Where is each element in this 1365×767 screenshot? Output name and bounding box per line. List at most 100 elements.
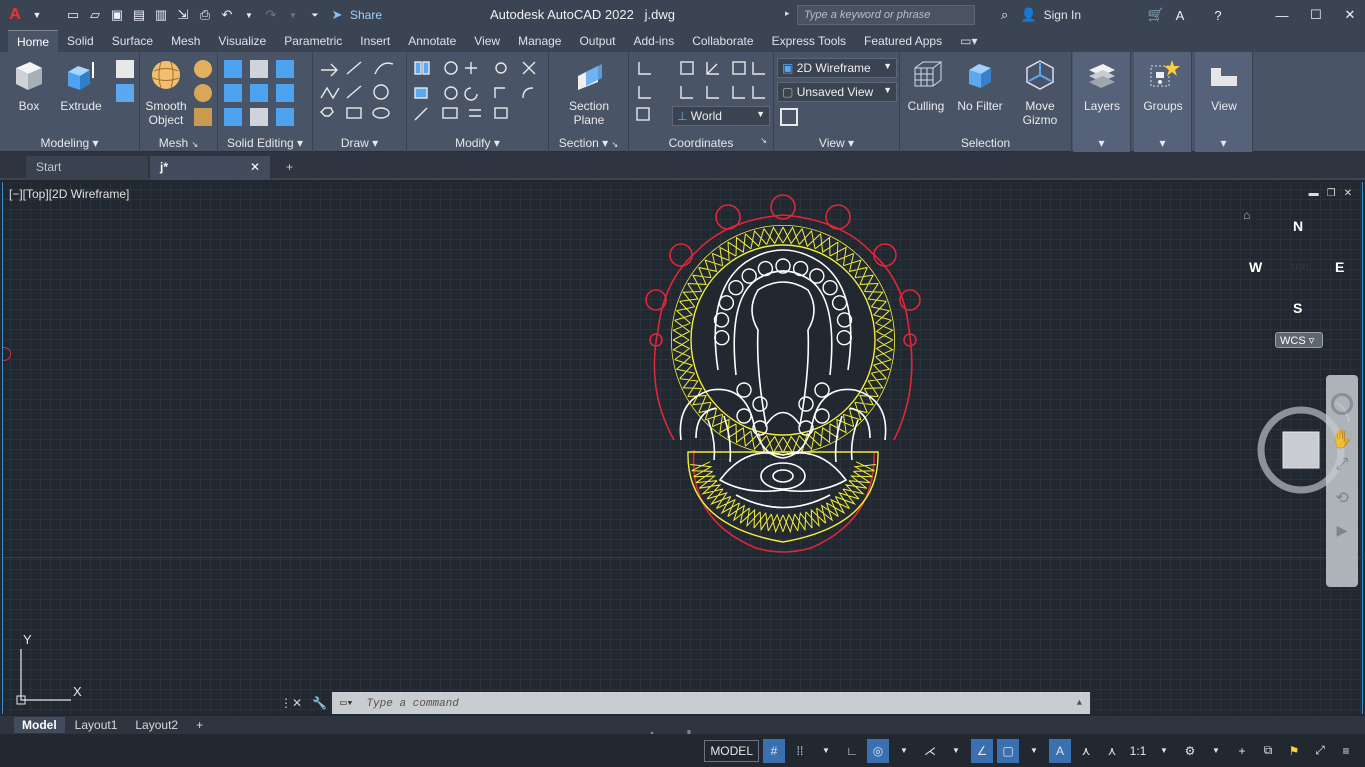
model-space-button[interactable]: MODEL xyxy=(704,739,759,762)
tab-collaborate[interactable]: Collaborate xyxy=(683,30,762,52)
viewport-config-icon[interactable] xyxy=(780,108,798,126)
object-snap-icon[interactable]: ▢ xyxy=(997,738,1019,763)
search-icon[interactable]: ⌕ xyxy=(996,6,1014,24)
coordinates-panel-title[interactable]: Coordinates ↘ xyxy=(629,136,773,150)
extract-edges-icon[interactable] xyxy=(276,84,294,102)
ribbon-toggle-icon[interactable]: ▭▾ xyxy=(951,30,986,52)
drawing-tab[interactable]: j* ✕ xyxy=(150,156,270,180)
section-panel-title[interactable]: Section ▾ ↘ xyxy=(549,136,628,150)
compass-south[interactable]: S xyxy=(1293,300,1302,316)
solid-editing-panel-title[interactable]: Solid Editing ▾ xyxy=(218,136,312,150)
tab-mesh[interactable]: Mesh xyxy=(162,30,209,52)
tab-express-tools[interactable]: Express Tools xyxy=(763,30,855,52)
mesh-sphere-icon[interactable] xyxy=(194,60,212,78)
pan-icon[interactable]: ✋ xyxy=(1326,429,1358,450)
layout-tab-layout1[interactable]: Layout1 xyxy=(67,717,126,733)
compass-east[interactable]: E xyxy=(1335,259,1344,275)
import-icon[interactable]: ⇲ xyxy=(174,6,192,24)
maximize-icon[interactable]: ☐ xyxy=(1307,6,1325,24)
tab-visualize[interactable]: Visualize xyxy=(209,30,275,52)
workspace-gear-icon[interactable]: ⚙ xyxy=(1179,739,1201,763)
object-snap-tracking-icon[interactable]: ∠ xyxy=(971,738,993,763)
save-icon[interactable]: ▣ xyxy=(108,6,126,24)
polar-tracking-icon[interactable]: ◎ xyxy=(867,738,889,763)
scale-selector[interactable]: 1:1 xyxy=(1127,739,1149,763)
extrude-button[interactable]: Extrude xyxy=(55,56,107,113)
undo-dropdown-icon[interactable]: ▼ xyxy=(240,6,258,24)
annotation-monitor-icon[interactable]: + xyxy=(1231,739,1253,763)
home-view-icon[interactable]: ⌂ xyxy=(1243,208,1250,222)
tab-solid[interactable]: Solid xyxy=(58,30,103,52)
thicken-icon[interactable] xyxy=(224,108,242,126)
smooth-object-button[interactable]: Smooth Object xyxy=(140,56,192,127)
help-icon[interactable]: ? xyxy=(1209,6,1227,24)
move-gizmo-button[interactable]: Move Gizmo xyxy=(1014,56,1066,127)
share-icon[interactable]: ➤ xyxy=(328,6,346,24)
command-prompt-icon[interactable]: ▭▾ xyxy=(340,698,353,710)
search-input[interactable]: Type a keyword or phrase xyxy=(797,5,975,25)
new-tab-icon[interactable]: + xyxy=(276,156,303,180)
customization-icon[interactable]: ≡ xyxy=(1335,739,1357,763)
scale-dropdown-icon[interactable]: ▼ xyxy=(1153,739,1175,763)
view-button[interactable]: View xyxy=(1198,56,1250,113)
layout-tab-model[interactable]: Model xyxy=(14,717,65,733)
minimize-icon[interactable]: — xyxy=(1273,6,1291,24)
drawing-viewport[interactable]: [−][Top][2D Wireframe] ▬ ❐ ✕ ⌂ N S E W TOP… xyxy=(2,182,1364,714)
view-panel-button[interactable]: View ▾ xyxy=(1195,52,1253,152)
layout-tab-layout2[interactable]: Layout2 xyxy=(127,717,186,733)
isodraft-dropdown-icon[interactable]: ▼ xyxy=(945,739,967,763)
autodesk-app-icon[interactable]: A xyxy=(1171,6,1189,24)
clean-screen-icon[interactable]: ⤢ xyxy=(1309,739,1331,763)
ornament-drawing[interactable] xyxy=(636,190,931,565)
steering-wheel-icon[interactable] xyxy=(1331,393,1353,415)
annotation-scale-icon[interactable]: ⋏ xyxy=(1101,739,1123,763)
mesh-crease-icon[interactable] xyxy=(194,108,212,126)
command-grip-icon[interactable]: ⋮ xyxy=(280,696,292,710)
tab-view[interactable]: View xyxy=(465,30,509,52)
close-icon[interactable]: ✕ xyxy=(1341,6,1359,24)
mesh-refine-icon[interactable] xyxy=(194,84,212,102)
redo-icon[interactable]: ↷ xyxy=(262,6,280,24)
viewport-restore-icon[interactable]: ❐ xyxy=(1327,188,1336,199)
modify-panel-title[interactable]: Modify ▾ xyxy=(407,136,548,150)
groups-button[interactable]: Groups xyxy=(1137,56,1189,113)
tab-annotate[interactable]: Annotate xyxy=(399,30,465,52)
search-expand-icon[interactable]: ▸ xyxy=(785,8,790,19)
undo-icon[interactable]: ↶ xyxy=(218,6,236,24)
polysolid-icon[interactable] xyxy=(116,84,134,102)
command-close-icon[interactable]: ✕ xyxy=(292,696,312,710)
box-button[interactable]: Box xyxy=(3,56,55,113)
customize-qat-icon[interactable]: ⏷ xyxy=(306,6,324,24)
open-file-icon[interactable]: ▱ xyxy=(86,6,104,24)
plot-icon[interactable]: ⎙ xyxy=(196,6,214,24)
snap-toggle-icon[interactable]: ⁞⁞ xyxy=(789,739,811,763)
visual-style-select[interactable]: ▣ 2D Wireframe ▼ xyxy=(777,58,897,78)
subtract-icon[interactable] xyxy=(250,60,268,78)
shell-icon[interactable] xyxy=(250,108,268,126)
union-icon[interactable] xyxy=(224,60,242,78)
tab-home[interactable]: Home xyxy=(8,30,59,52)
groups-panel-button[interactable]: Groups ▾ xyxy=(1134,52,1192,152)
compass-north[interactable]: N xyxy=(1293,218,1303,234)
layers-panel-button[interactable]: Layers ▾ xyxy=(1073,52,1131,152)
ortho-toggle-icon[interactable]: ∟ xyxy=(841,739,863,763)
command-customize-icon[interactable]: 🔧 xyxy=(312,696,332,710)
tab-parametric[interactable]: Parametric xyxy=(275,30,351,52)
showmotion-icon[interactable]: ▶ xyxy=(1326,522,1358,539)
small-solid-icon[interactable] xyxy=(116,60,134,78)
tab-featured-apps[interactable]: Featured Apps xyxy=(855,30,951,52)
intersect-icon[interactable] xyxy=(224,84,242,102)
tab-add-ins[interactable]: Add-ins xyxy=(625,30,684,52)
wcs-menu[interactable]: WCS ▿ xyxy=(1275,332,1323,348)
draw-tools-icon[interactable] xyxy=(317,58,403,124)
auto-scale-icon[interactable]: ⋏ xyxy=(1075,739,1097,763)
view-panel-title[interactable]: View ▾ xyxy=(774,136,899,150)
mesh-panel-title[interactable]: Mesh ↘ xyxy=(140,136,217,150)
snap-dropdown-icon[interactable]: ▼ xyxy=(815,739,837,763)
object-snap-dropdown-icon[interactable]: ▼ xyxy=(1023,739,1045,763)
separate-icon[interactable] xyxy=(276,108,294,126)
layers-button[interactable]: Layers xyxy=(1076,56,1128,113)
culling-button[interactable]: Culling xyxy=(900,56,952,113)
draw-panel-title[interactable]: Draw ▾ xyxy=(313,136,406,150)
slice-icon[interactable] xyxy=(250,84,268,102)
